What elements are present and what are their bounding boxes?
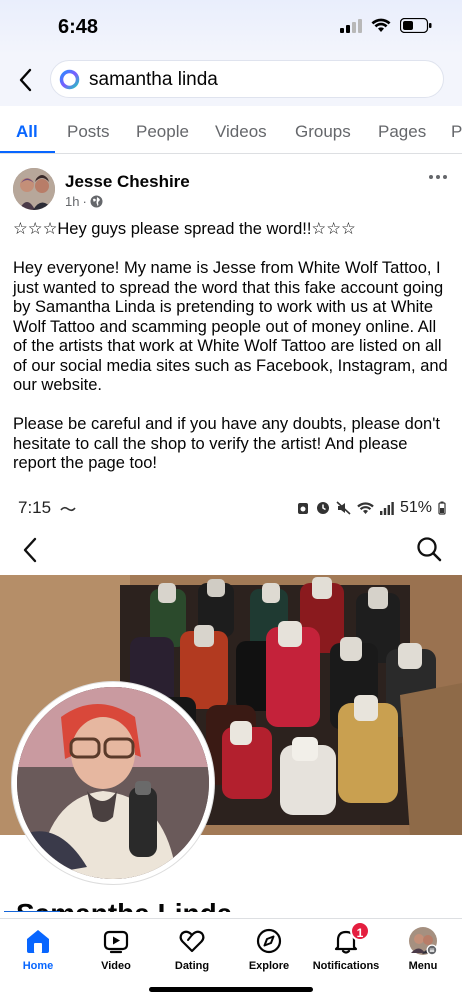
cellular-signal-icon [340,18,362,33]
wifi-icon [371,18,391,32]
dating-heart-icon [179,930,205,953]
battery-icon [438,501,446,515]
video-icon [103,930,129,954]
notification-badge: 1 [350,921,370,941]
post-image[interactable]: 7:15 51% Samantha Linda [0,488,462,918]
nav-explore-label: Explore [248,960,290,972]
battery-icon [400,18,432,33]
tab-posts[interactable]: Posts [67,122,110,142]
nav-dating[interactable]: Dating [152,927,232,972]
embedded-time: 7:15 [18,498,76,518]
nav-explore[interactable]: Explore [229,927,309,972]
post-paragraph: Please be careful and if you have any do… [13,415,445,472]
meta-ai-ring-icon [59,69,80,90]
wifi-icon [357,501,374,514]
post-paragraph: ☆☆☆Hey guys please spread the word!!☆☆☆ [13,220,356,238]
tab-groups[interactable]: Groups [295,122,351,142]
active-tab-indicator [0,151,55,153]
more-options-icon[interactable] [428,172,448,182]
menu-avatar-icon [409,927,438,956]
search-query: samantha linda [89,69,218,90]
post-author-name[interactable]: Jesse Cheshire [65,172,190,192]
chevron-left-icon [23,537,37,563]
home-icon [27,930,49,953]
embedded-battery: 51% [399,499,432,516]
mute-icon [336,501,351,515]
tab-videos[interactable]: Videos [215,122,267,142]
embedded-nav-bar [0,532,462,572]
nav-notifications-label: Notifications [312,960,380,972]
clock-icon [316,502,329,514]
author-avatar[interactable] [13,168,55,210]
search-input[interactable]: samantha linda [50,60,444,98]
globe-icon [90,195,103,208]
post-header: Jesse Cheshire 1h · [0,164,462,214]
nav-home[interactable]: Home [0,927,78,972]
profile-photo [12,682,214,884]
nav-menu-label: Menu [408,960,438,972]
nav-notifications[interactable]: 1 Notifications [306,921,386,972]
post-text: ☆☆☆Hey guys please spread the word!!☆☆☆ … [13,220,453,493]
nav-home-label: Home [22,960,54,972]
embedded-status-icons: 51% [296,499,446,517]
status-bar: 6:48 [0,0,462,54]
tab-pages[interactable]: Pages [378,122,426,142]
post-paragraph: Hey everyone! My name is Jesse from Whit… [13,259,453,394]
signal-icon [379,501,394,515]
status-icons [340,18,432,33]
post-time: 1h [65,194,80,209]
bottom-nav: Home Video Dating Explore 1 Notification… [0,918,462,1000]
search-bar-row: samantha linda [0,54,462,106]
tab-people[interactable]: People [136,122,189,142]
search-filter-tabs: All Posts People Videos Groups Pages P [0,106,462,154]
home-indicator [149,987,313,992]
status-time: 6:48 [58,16,99,38]
nav-dating-label: Dating [174,960,210,972]
tab-more[interactable]: P [451,122,462,142]
embedded-status-bar: 7:15 51% [0,488,462,528]
nav-video-label: Video [101,960,131,972]
bell-icon-wrap: 1 [332,921,370,955]
nav-menu[interactable]: Menu [383,927,462,972]
nav-video[interactable]: Video [76,927,156,972]
wave-icon [60,506,76,511]
explore-compass-icon [256,928,282,954]
post-meta: 1h · [65,194,103,209]
alarm-icon [297,503,308,514]
tab-all[interactable]: All [16,122,38,142]
search-icon [417,537,442,562]
back-button[interactable] [14,66,38,94]
